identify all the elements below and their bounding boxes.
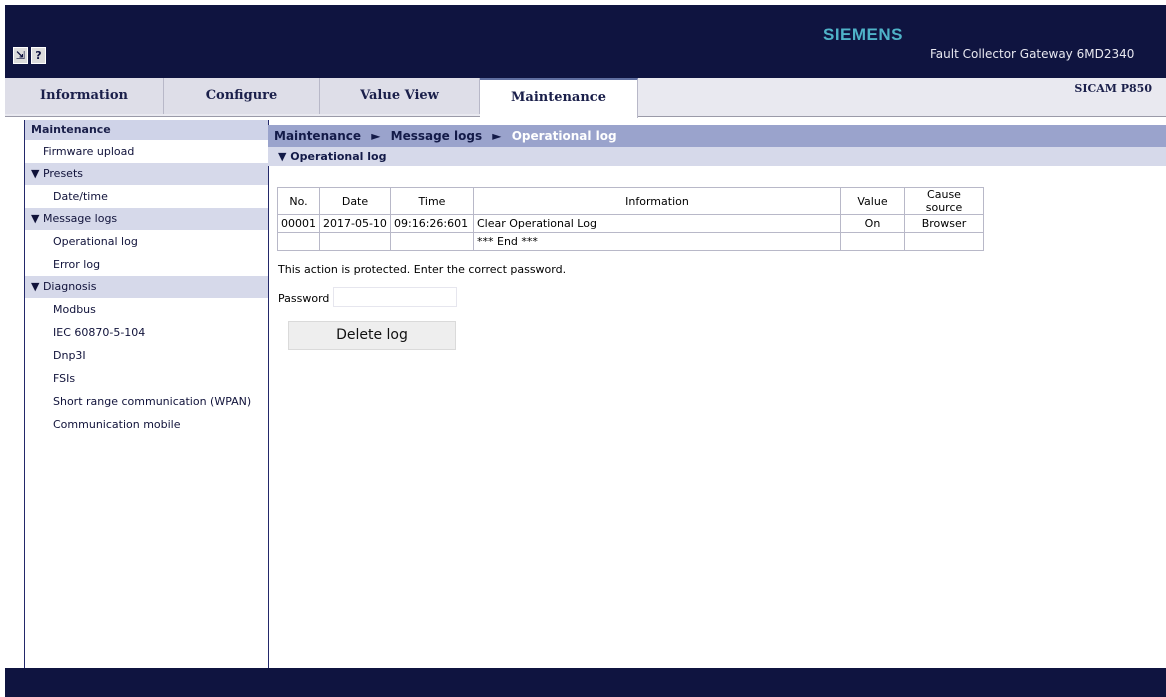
model-label: SICAM P850 [1074, 82, 1152, 95]
top-header: ⇲ ? SIEMENS Fault Collector Gateway 6MD2… [5, 5, 1166, 78]
cell-information: *** End *** [473, 232, 841, 251]
breadcrumb: Maintenance ► Message logs ► Operational… [268, 125, 1166, 147]
breadcrumb-operational-log: Operational log [511, 129, 617, 143]
breadcrumb-maintenance[interactable]: Maintenance [274, 129, 361, 143]
col-header-value: Value [840, 187, 905, 215]
col-header-no: No. [277, 187, 320, 215]
cell-date: 2017-05-10 [319, 214, 391, 233]
sidebar-group-diagnosis[interactable]: ▼ Diagnosis [25, 276, 268, 298]
brand-logo: SIEMENS [823, 25, 904, 44]
sidebar-group-presets[interactable]: ▼ Presets [25, 163, 268, 185]
sidebar-item-modbus[interactable]: Modbus [25, 298, 268, 321]
breadcrumb-message-logs[interactable]: Message logs [391, 129, 482, 143]
sidebar-item-fsis[interactable]: FSIs [25, 367, 268, 390]
main-content: Maintenance ► Message logs ► Operational… [268, 125, 1166, 668]
cell-time: 09:16:26:601 [390, 214, 474, 233]
cell-no [277, 232, 320, 251]
breadcrumb-arrow-icon: ► [492, 129, 502, 143]
breadcrumb-arrow-icon: ► [371, 129, 381, 143]
sidebar-item-wpan[interactable]: Short range communication (WPAN) [25, 390, 268, 413]
sidebar-title: Maintenance [25, 120, 268, 140]
tab-information[interactable]: Information [5, 78, 164, 114]
cell-value: On [840, 214, 905, 233]
cell-cause-source: Browser [904, 214, 984, 233]
col-header-date: Date [319, 187, 391, 215]
header-icons: ⇲ ? [13, 47, 46, 64]
col-header-cause-source: Cause source [904, 187, 984, 215]
table-row: *** End *** [277, 232, 984, 251]
col-header-time: Time [390, 187, 474, 215]
sidebar-item-communication-mobile[interactable]: Communication mobile [25, 413, 268, 436]
tab-value-view[interactable]: Value View [320, 78, 480, 114]
cell-information: Clear Operational Log [473, 214, 841, 233]
tab-maintenance[interactable]: Maintenance [480, 78, 638, 118]
sidebar: Maintenance Firmware upload ▼ Presets Da… [24, 120, 269, 668]
table-row: 00001 2017-05-10 09:16:26:601 Clear Oper… [277, 214, 984, 233]
sidebar-item-iec-60870-5-104[interactable]: IEC 60870-5-104 [25, 321, 268, 344]
table-header-row: No. Date Time Information Value Cause so… [277, 187, 984, 215]
cell-time [390, 232, 474, 251]
sidebar-group-message-logs[interactable]: ▼ Message logs [25, 208, 268, 230]
sidebar-item-date-time[interactable]: Date/time [25, 185, 268, 208]
cell-no: 00001 [277, 214, 320, 233]
password-label: Password [278, 292, 330, 305]
main-tabs: Information Configure Value View Mainten… [5, 78, 1166, 118]
password-field[interactable] [333, 287, 457, 307]
sidebar-item-operational-log[interactable]: Operational log [25, 230, 268, 253]
help-icon[interactable]: ? [31, 47, 46, 64]
cell-value [840, 232, 905, 251]
exit-icon[interactable]: ⇲ [13, 47, 28, 64]
tab-configure[interactable]: Configure [164, 78, 320, 114]
col-header-information: Information [473, 187, 841, 215]
cell-cause-source [904, 232, 984, 251]
log-table: No. Date Time Information Value Cause so… [277, 187, 984, 251]
device-name: Fault Collector Gateway 6MD2340 [930, 47, 1135, 61]
section-header[interactable]: ▼ Operational log [268, 147, 1166, 166]
cell-date [319, 232, 391, 251]
sidebar-item-firmware-upload[interactable]: Firmware upload [25, 140, 268, 163]
protection-message: This action is protected. Enter the corr… [278, 263, 567, 276]
delete-log-button[interactable]: Delete log [288, 321, 456, 350]
sidebar-item-error-log[interactable]: Error log [25, 253, 268, 276]
sidebar-item-dnp3i[interactable]: Dnp3I [25, 344, 268, 367]
footer-bar [5, 668, 1166, 697]
